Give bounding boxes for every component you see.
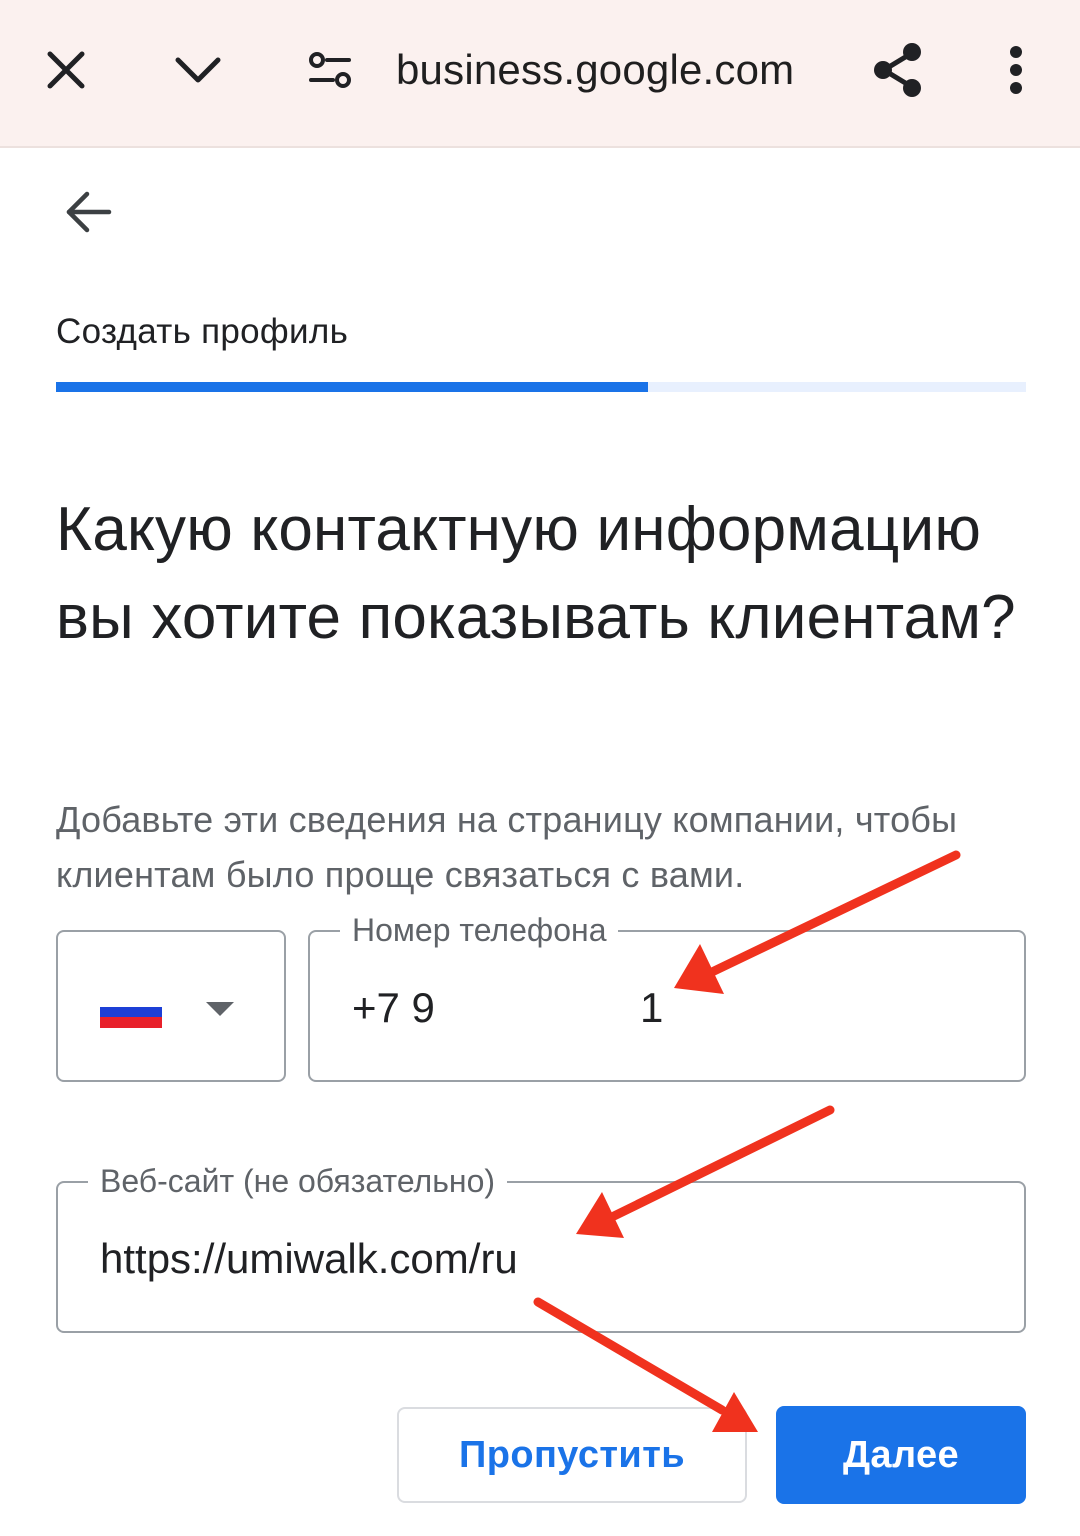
page-description: Добавьте эти сведения на страницу компан…	[56, 799, 958, 895]
browser-toolbar: business.google.com	[0, 0, 1080, 148]
skip-button[interactable]: Пропустить	[397, 1407, 747, 1503]
website-label: Веб-сайт (не обязательно)	[88, 1159, 508, 1203]
page-heading: Какую контактную информацию вы хотите по…	[56, 495, 1016, 652]
close-icon[interactable]	[36, 40, 96, 100]
russia-flag-icon	[100, 996, 162, 1028]
phone-number-value-end: 1	[640, 984, 664, 1031]
more-vert-icon[interactable]	[996, 38, 1036, 102]
progress-fill	[56, 382, 648, 392]
flag-stripe-blue	[100, 1006, 162, 1018]
step-title: Создать профиль	[56, 312, 349, 351]
share-icon[interactable]	[866, 38, 930, 102]
country-code-select[interactable]	[56, 930, 286, 1082]
website-field[interactable]: Веб-сайт (не обязательно) https://umiwal…	[56, 1159, 1026, 1333]
progress-bar	[56, 382, 1026, 392]
page: business.google.com Создать профиль Каку…	[0, 0, 1080, 1536]
flag-stripe-white	[100, 996, 162, 1007]
chevron-down-icon[interactable]	[166, 40, 230, 100]
dropdown-arrow-icon	[206, 1002, 234, 1016]
site-settings-icon[interactable]	[300, 40, 360, 100]
arrow-back-icon[interactable]	[56, 180, 120, 244]
url-bar[interactable]: business.google.com	[396, 42, 794, 98]
flag-stripe-red	[100, 1017, 162, 1028]
phone-number-value-start: +7 9	[352, 984, 435, 1031]
website-value: https://umiwalk.com/ru	[100, 1235, 518, 1282]
phone-number-field[interactable]: Номер телефона +7 9 1	[308, 908, 1026, 1082]
next-button[interactable]: Далее	[776, 1406, 1026, 1504]
phone-number-label: Номер телефона	[340, 908, 619, 952]
